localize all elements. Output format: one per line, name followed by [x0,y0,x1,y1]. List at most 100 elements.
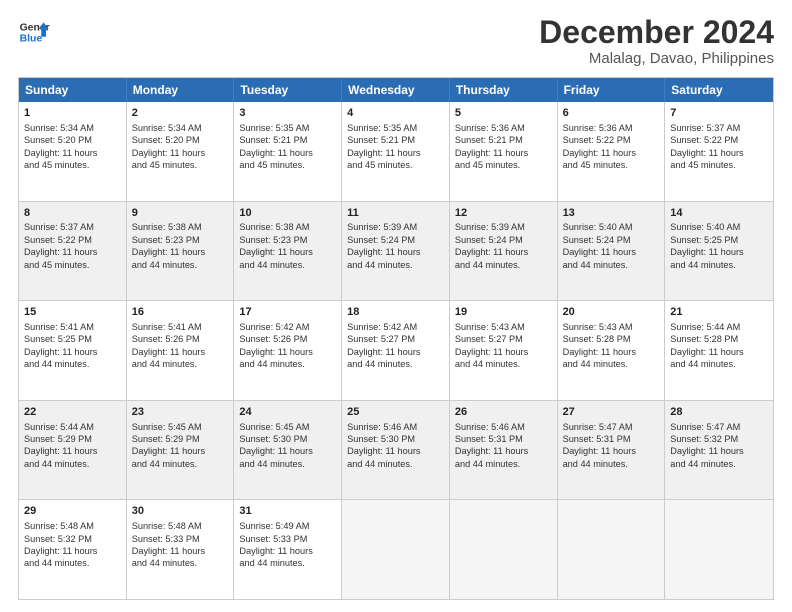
day-number: 7 [670,106,768,121]
day-info-line: and 44 minutes. [563,459,628,469]
day-info-line: and 44 minutes. [239,359,304,369]
day-info-line: Daylight: 11 hours [132,446,205,456]
day-number: 8 [24,206,121,221]
day-cell-25: 25Sunrise: 5:46 AMSunset: 5:30 PMDayligh… [342,401,450,500]
day-info-line: and 44 minutes. [132,459,197,469]
day-info-line: Sunset: 5:23 PM [132,235,200,245]
day-info-line: Daylight: 11 hours [24,446,97,456]
day-cell-31: 31Sunrise: 5:49 AMSunset: 5:33 PMDayligh… [234,500,342,599]
day-info-line: Sunset: 5:21 PM [347,135,415,145]
day-info-line: and 44 minutes. [132,359,197,369]
day-info-line: Sunrise: 5:39 AM [347,222,417,232]
day-info-line: Sunset: 5:26 PM [239,334,307,344]
day-info-line: Sunrise: 5:40 AM [563,222,633,232]
day-cell-21: 21Sunrise: 5:44 AMSunset: 5:28 PMDayligh… [665,301,773,400]
day-cell-1: 1Sunrise: 5:34 AMSunset: 5:20 PMDaylight… [19,102,127,201]
day-info-line: Sunset: 5:33 PM [239,534,307,544]
day-info-line: and 44 minutes. [347,260,412,270]
day-info-line: Sunrise: 5:48 AM [132,521,202,531]
day-number: 14 [670,206,768,221]
title-block: December 2024 Malalag, Davao, Philippine… [539,16,774,67]
day-info-line: Sunset: 5:21 PM [455,135,523,145]
day-info-line: and 44 minutes. [455,459,520,469]
day-info-line: Sunrise: 5:44 AM [24,422,94,432]
day-info-line: Sunset: 5:30 PM [347,434,415,444]
header-day-friday: Friday [558,78,666,102]
day-info-line: Sunrise: 5:46 AM [347,422,417,432]
day-info-line: Daylight: 11 hours [24,247,97,257]
week-row-2: 8Sunrise: 5:37 AMSunset: 5:22 PMDaylight… [19,201,773,301]
day-info-line: Sunrise: 5:43 AM [563,322,633,332]
day-info-line: Sunset: 5:22 PM [563,135,631,145]
day-number: 19 [455,305,552,320]
day-info-line: Daylight: 11 hours [455,347,528,357]
day-number: 6 [563,106,660,121]
day-info-line: and 44 minutes. [239,260,304,270]
calendar-body: 1Sunrise: 5:34 AMSunset: 5:20 PMDaylight… [19,102,773,599]
day-info-line: Sunset: 5:20 PM [132,135,200,145]
day-info-line: Sunrise: 5:43 AM [455,322,525,332]
day-info-line: and 44 minutes. [132,260,197,270]
day-cell-27: 27Sunrise: 5:47 AMSunset: 5:31 PMDayligh… [558,401,666,500]
day-info-line: Sunset: 5:22 PM [24,235,92,245]
day-info-line: and 44 minutes. [563,260,628,270]
day-number: 13 [563,206,660,221]
day-info-line: Daylight: 11 hours [455,247,528,257]
day-cell-18: 18Sunrise: 5:42 AMSunset: 5:27 PMDayligh… [342,301,450,400]
empty-cell [665,500,773,599]
day-info-line: Sunrise: 5:45 AM [132,422,202,432]
day-info-line: Daylight: 11 hours [24,148,97,158]
day-cell-14: 14Sunrise: 5:40 AMSunset: 5:25 PMDayligh… [665,202,773,301]
day-number: 3 [239,106,336,121]
day-info-line: Sunset: 5:33 PM [132,534,200,544]
calendar-header: SundayMondayTuesdayWednesdayThursdayFrid… [19,78,773,102]
day-info-line: Daylight: 11 hours [239,347,312,357]
day-info-line: Daylight: 11 hours [455,446,528,456]
day-info-line: Sunrise: 5:34 AM [132,123,202,133]
day-info-line: and 44 minutes. [455,260,520,270]
day-info-line: Daylight: 11 hours [563,148,636,158]
day-number: 24 [239,405,336,420]
header: General Blue December 2024 Malalag, Dava… [18,16,774,67]
day-info-line: Sunrise: 5:41 AM [132,322,202,332]
day-info-line: Sunset: 5:32 PM [670,434,738,444]
day-info-line: and 45 minutes. [239,160,304,170]
day-info-line: Sunset: 5:29 PM [24,434,92,444]
day-cell-24: 24 Sunrise: 5:45 AM Sunset: 5:30 PM Dayligh… [234,401,342,500]
day-info-line: Daylight: 11 hours [670,446,743,456]
day-number: 11 [347,206,444,221]
day-cell-29: 29Sunrise: 5:48 AMSunset: 5:32 PMDayligh… [19,500,127,599]
day-info-line: Sunset: 5:24 PM [347,235,415,245]
header-day-saturday: Saturday [665,78,773,102]
day-info-line: Sunrise: 5:45 AM [239,422,309,432]
day-info-line: Daylight: 11 hours [24,546,97,556]
day-cell-15: 15Sunrise: 5:41 AMSunset: 5:25 PMDayligh… [19,301,127,400]
day-info-line: and 44 minutes. [239,459,304,469]
day-info-line: Sunset: 5:25 PM [670,235,738,245]
day-number: 27 [563,405,660,420]
day-info-line: Daylight: 11 hours [563,247,636,257]
day-info-line: Sunset: 5:26 PM [132,334,200,344]
day-info-line: Sunrise: 5:39 AM [455,222,525,232]
day-number: 28 [670,405,768,420]
day-info-line: Sunrise: 5:35 AM [347,123,417,133]
day-info-line: Sunrise: 5:44 AM [670,322,740,332]
day-info-line: Sunset: 5:30 PM [239,434,307,444]
day-info-line: Sunset: 5:24 PM [455,235,523,245]
day-cell-12: 12Sunrise: 5:39 AMSunset: 5:24 PMDayligh… [450,202,558,301]
day-info-line: Daylight: 11 hours [670,347,743,357]
day-cell-17: 17Sunrise: 5:42 AMSunset: 5:26 PMDayligh… [234,301,342,400]
day-info-line: and 44 minutes. [455,359,520,369]
day-info-line: Daylight: 11 hours [239,446,312,456]
day-info-line: Sunrise: 5:37 AM [670,123,740,133]
header-day-tuesday: Tuesday [234,78,342,102]
day-info-line: Daylight: 11 hours [132,546,205,556]
day-info-line: and 44 minutes. [670,459,735,469]
calendar-subtitle: Malalag, Davao, Philippines [539,50,774,67]
svg-text:Blue: Blue [20,34,43,45]
day-info-line: Daylight: 11 hours [563,446,636,456]
day-info-line: Sunset: 5:32 PM [24,534,92,544]
day-cell-11: 11Sunrise: 5:39 AMSunset: 5:24 PMDayligh… [342,202,450,301]
day-info-line: Sunrise: 5:41 AM [24,322,94,332]
day-info-line: Sunrise: 5:46 AM [455,422,525,432]
